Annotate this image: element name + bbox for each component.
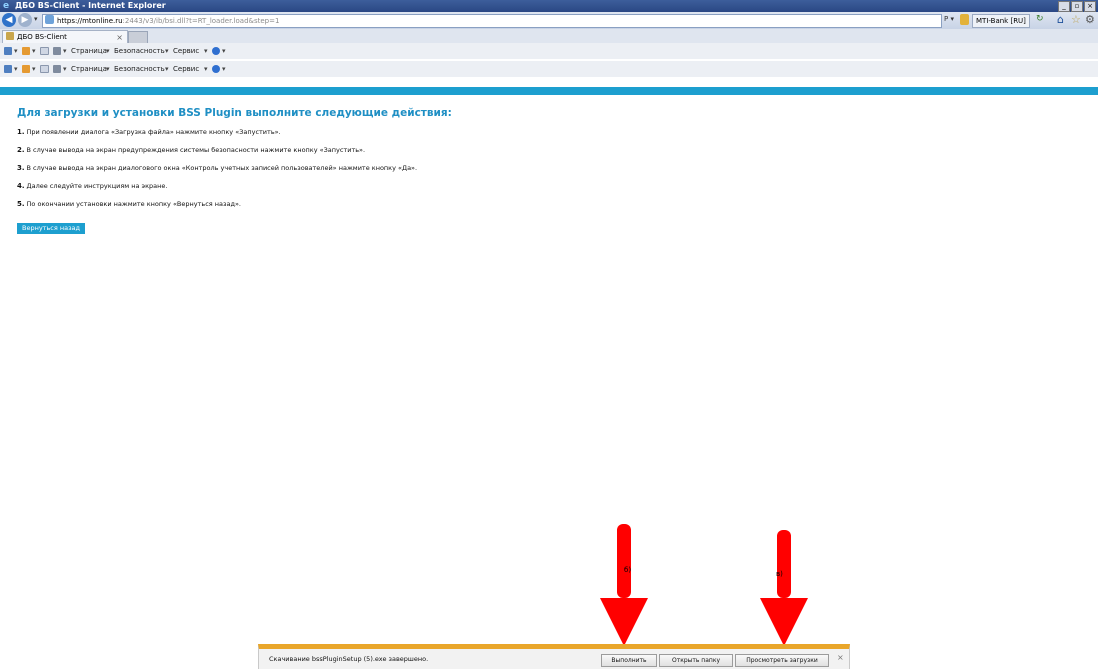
window-title-bar: e ДБО BS-Client - Internet Explorer _ ▫ … xyxy=(0,0,1098,12)
chevron-down-icon[interactable]: ▾ xyxy=(222,61,226,77)
step-number: 5. xyxy=(17,200,25,208)
chevron-down-icon[interactable]: ▾ xyxy=(32,61,36,77)
window-controls: _ ▫ × xyxy=(1058,1,1096,12)
view-downloads-button[interactable]: Просмотреть загрузки xyxy=(735,654,829,667)
feeds-icon[interactable] xyxy=(22,47,30,55)
chevron-down-icon[interactable]: ▾ xyxy=(63,61,67,77)
close-window-button[interactable]: × xyxy=(1084,1,1096,12)
step-number: 3. xyxy=(17,164,25,172)
certificate-label[interactable]: MTI-Bank [RU] xyxy=(972,14,1030,28)
tab-favicon-icon xyxy=(6,32,14,40)
menu-safety[interactable]: Безопасность xyxy=(114,61,165,77)
print-icon[interactable] xyxy=(53,65,61,73)
go-back-button[interactable]: Вернуться назад xyxy=(17,223,85,234)
arrow-label-b: б) xyxy=(624,566,632,574)
menu-service[interactable]: Сервис xyxy=(173,61,199,77)
favorites-star-icon[interactable]: ☆ xyxy=(1071,13,1081,26)
menu-page[interactable]: Страница xyxy=(71,43,107,59)
chevron-down-icon[interactable]: ▾ xyxy=(204,43,208,59)
list-item: 1. При появлении диалога «Загрузка файла»… xyxy=(17,128,281,136)
download-status-text: Скачивание bssPluginSetup (5).exe заверш… xyxy=(269,655,429,663)
open-folder-button[interactable]: Открыть папку xyxy=(659,654,733,667)
address-bar-row: ◀ ▶ ▾ https://mtonline.ru:2443/v3/ib/bsi… xyxy=(0,12,1098,29)
close-icon[interactable]: × xyxy=(837,653,844,662)
red-arrow-view-downloads xyxy=(760,530,808,646)
url-path: :2443/v3/ib/bsi.dll?t=RT_loader.load&ste… xyxy=(122,17,280,25)
chevron-down-icon[interactable]: ▾ xyxy=(63,43,67,59)
menu-page[interactable]: Страница xyxy=(71,61,107,77)
tab-label: ДБО BS-Client xyxy=(17,33,67,41)
chevron-down-icon[interactable]: ▾ xyxy=(106,61,110,77)
lock-icon[interactable] xyxy=(960,14,969,25)
browser-window: e ДБО BS-Client - Internet Explorer _ ▫ … xyxy=(0,0,1098,669)
step-text: При появлении диалога «Загрузка файла» н… xyxy=(26,128,281,136)
history-dropdown-icon[interactable]: ▾ xyxy=(34,15,38,23)
step-number: 2. xyxy=(17,146,25,154)
home-icon[interactable] xyxy=(4,65,12,73)
url-input[interactable]: https://mtonline.ru:2443/v3/ib/bsi.dll?t… xyxy=(42,14,942,28)
forward-arrow-icon[interactable]: ▶ xyxy=(18,13,32,27)
chevron-down-icon[interactable]: ▾ xyxy=(32,43,36,59)
list-item: 2. В случае вывода на экран предупреждени… xyxy=(17,146,365,154)
help-icon[interactable] xyxy=(212,65,220,73)
minimize-button[interactable]: _ xyxy=(1058,1,1070,12)
maximize-button[interactable]: ▫ xyxy=(1071,1,1083,12)
download-notification-bar: Скачивание bssPluginSetup (5).exe заверш… xyxy=(258,644,850,669)
chevron-down-icon[interactable]: ▾ xyxy=(14,43,18,59)
gear-icon[interactable]: ⚙ xyxy=(1085,13,1095,26)
help-icon[interactable] xyxy=(212,47,220,55)
command-bar: ▾ ▾ ▾ Страница ▾ Безопасность ▾ Сервис ▾… xyxy=(0,43,1098,59)
step-number: 4. xyxy=(17,182,25,190)
command-bar: ▾ ▾ ▾ Страница ▾ Безопасность ▾ Сервис ▾… xyxy=(0,61,1098,77)
step-number: 1. xyxy=(17,128,25,136)
arrow-label-v: в) xyxy=(776,570,783,578)
chevron-down-icon[interactable]: ▾ xyxy=(106,43,110,59)
menu-service[interactable]: Сервис xyxy=(173,43,199,59)
chevron-down-icon[interactable]: ▾ xyxy=(222,43,226,59)
mail-icon[interactable] xyxy=(40,47,49,55)
step-text: В случае вывода на экран диалогового окн… xyxy=(26,164,418,172)
step-text: В случае вывода на экран предупреждения … xyxy=(26,146,366,154)
refresh-icon[interactable]: ↻ xyxy=(1036,14,1044,24)
mail-icon[interactable] xyxy=(40,65,49,73)
step-text: По окончании установки нажмите кнопку «В… xyxy=(26,200,241,208)
back-arrow-icon[interactable]: ◀ xyxy=(2,13,16,27)
home-icon[interactable]: ⌂ xyxy=(1057,13,1064,26)
chevron-down-icon[interactable]: ▾ xyxy=(165,43,169,59)
window-title: ДБО BS-Client - Internet Explorer xyxy=(15,1,166,10)
tab-dbo-bs-client[interactable]: ДБО BS-Client × xyxy=(2,30,128,44)
list-item: 5. По окончании установки нажмите кнопку … xyxy=(17,200,241,208)
internet-explorer-icon: e xyxy=(3,1,10,11)
home-icon[interactable] xyxy=(4,47,12,55)
list-item: 4. Далее следуйте инструкциям на экране. xyxy=(17,182,167,190)
chevron-down-icon[interactable]: ▾ xyxy=(14,61,18,77)
site-favicon-icon xyxy=(45,15,54,24)
url-host: https://mtonline.ru xyxy=(57,17,123,25)
menu-safety[interactable]: Безопасность xyxy=(114,43,165,59)
feeds-icon[interactable] xyxy=(22,65,30,73)
run-button[interactable]: Выполнить xyxy=(601,654,657,667)
chevron-down-icon[interactable]: ▾ xyxy=(204,61,208,77)
search-icon[interactable]: P ▾ xyxy=(944,15,954,23)
page-title: Для загрузки и установки BSS Plugin выпо… xyxy=(17,107,452,119)
print-icon[interactable] xyxy=(53,47,61,55)
tab-strip: ДБО BS-Client × xyxy=(0,29,1098,44)
red-arrow-run xyxy=(600,524,648,646)
step-text: Далее следуйте инструкциям на экране. xyxy=(26,182,168,190)
page-header-band xyxy=(0,87,1098,95)
chevron-down-icon[interactable]: ▾ xyxy=(165,61,169,77)
list-item: 3. В случае вывода на экран диалогового о… xyxy=(17,164,417,172)
